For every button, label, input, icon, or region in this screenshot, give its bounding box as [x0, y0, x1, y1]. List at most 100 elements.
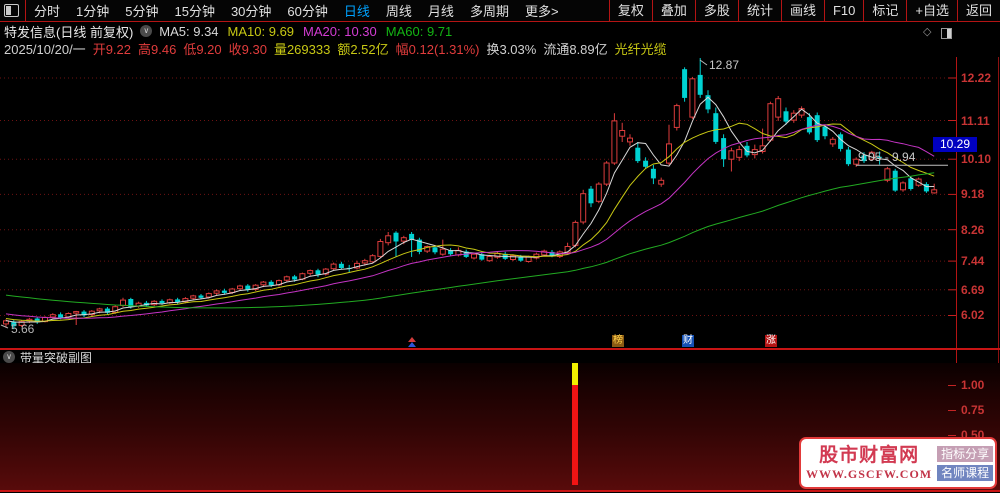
candle-down — [814, 115, 820, 141]
window-split-icon[interactable] — [941, 28, 952, 39]
candle-down — [783, 111, 789, 122]
toolbar-button[interactable]: 统计 — [737, 0, 781, 21]
candle-up — [736, 149, 743, 158]
candle-down — [845, 149, 851, 165]
candle-up — [96, 308, 103, 312]
quote-row: 2025/10/20/一 开9.22 高9.46 低9.20 收9.30 量269333 额… — [4, 40, 667, 57]
chevron-down-icon[interactable]: ∨ — [3, 351, 15, 363]
candle-up — [673, 105, 680, 128]
candle-down — [892, 170, 898, 191]
quote-segment: 2025/10/20/一 — [4, 41, 86, 57]
toolbar-button[interactable]: 复权 — [608, 0, 652, 21]
candle-down — [682, 69, 688, 98]
low-pointer-line — [0, 324, 9, 329]
toolbar-actions: 复权 叠加 多股 统计 画线 F10 标记 +自选 返回 — [608, 0, 1000, 22]
ma20-line — [5, 124, 935, 319]
signal-bar-yellow — [572, 363, 579, 385]
bottom-badge: 榜 — [612, 335, 624, 347]
candle-down — [221, 290, 227, 293]
toolbar-button[interactable]: 叠加 — [651, 0, 695, 21]
timeframe-item[interactable]: 分时 — [26, 1, 68, 20]
chart-canvas[interactable]: 12.87 5.66 9.05 - 9.94 — [0, 57, 1000, 348]
candle-up — [572, 221, 579, 246]
signal-bar-red — [572, 385, 579, 485]
stock-info-row: 特发信息(日线 前复权) ∨ MA5: 9.34 MA10: 9.69 MA20: … — [4, 23, 452, 40]
candle-up — [611, 120, 618, 164]
candle-up — [49, 314, 56, 318]
toolbar-button[interactable]: 返回 — [956, 0, 1000, 21]
candle-down — [588, 188, 594, 204]
candle-down — [635, 147, 641, 162]
timeframe-item[interactable]: 周线 — [378, 1, 420, 20]
candle-down — [822, 126, 828, 137]
timeframe-item[interactable]: 多周期 — [462, 1, 517, 20]
candle-up — [689, 78, 696, 118]
candle-up — [580, 193, 587, 223]
candle-up — [361, 260, 368, 264]
diamond-icon[interactable]: ◇ — [923, 27, 931, 38]
timeframe-item[interactable]: 15分钟 — [166, 1, 222, 20]
candle-up — [767, 103, 774, 141]
candle-up — [728, 150, 735, 160]
candle-up — [471, 253, 477, 259]
price-axis-label: 12.22 — [961, 71, 992, 85]
timeframe-item[interactable]: 5分钟 — [117, 1, 166, 20]
candlestick-chart[interactable]: 12.87 5.66 9.05 - 9.94 — [0, 57, 1000, 348]
watermark-badges: 指标分享 名师课程 — [937, 445, 994, 481]
toolbar-button[interactable]: 画线 — [780, 0, 824, 21]
timeframe-item[interactable]: 月线 — [420, 1, 462, 20]
candle-down — [198, 295, 204, 298]
candle-up — [73, 311, 80, 314]
bottom-border-line — [0, 490, 1000, 492]
candle-down — [713, 113, 719, 142]
candle-up — [900, 182, 906, 191]
quote-segment: 额2.52亿 — [337, 41, 389, 57]
candle-down — [650, 168, 656, 179]
bottom-badge: 涨 — [765, 335, 777, 347]
split-screen-icon[interactable] — [4, 4, 19, 17]
candle-down — [338, 263, 344, 268]
candle-down — [268, 281, 274, 286]
subchart-axis-label: 1.00 — [961, 378, 985, 392]
toolbar-button[interactable]: 多股 — [694, 0, 738, 21]
candle-down — [697, 74, 703, 95]
watermark-badge-1: 指标分享 — [937, 445, 994, 462]
trading-terminal: { "toolbar": { "timeframes": ["分时","1分钟"… — [0, 0, 1000, 493]
timeframe-item[interactable]: 1分钟 — [68, 1, 117, 20]
timeframe-menu: 分时 1分钟 5分钟 15分钟 30分钟 60分钟 日线 周线 月线 多周期 更多> — [26, 1, 567, 20]
subchart-axis-label: 0.75 — [961, 403, 985, 417]
toolbar-button[interactable]: F10 — [823, 0, 863, 21]
price-axis-label: 6.02 — [961, 308, 985, 323]
subchart-axis-tick — [948, 435, 956, 436]
timeframe-item[interactable]: 更多> — [517, 1, 567, 20]
candle-up — [260, 281, 267, 286]
candle-up — [369, 255, 376, 263]
candle-up — [627, 137, 633, 143]
candle-down — [58, 314, 64, 318]
candle-up — [205, 293, 212, 298]
chevron-down-icon[interactable]: ∨ — [140, 25, 153, 37]
timeframe-item[interactable]: 日线 — [336, 1, 378, 20]
ma-values: MA5: 9.34 MA10: 9.69 MA20: 10.30 MA60: 9.71 — [159, 24, 452, 39]
toolbar-button[interactable]: +自选 — [906, 0, 957, 21]
last-price-tag: 10.29 — [933, 137, 977, 152]
candle-up — [213, 290, 220, 294]
candle-down — [292, 276, 298, 280]
quote-segment: 低9.20 — [183, 41, 222, 57]
candle-up — [595, 183, 602, 202]
price-axis-label: 8.26 — [961, 222, 985, 237]
quote-segment: 量269333 — [273, 41, 331, 57]
candle-up — [775, 98, 782, 118]
candle-up — [307, 270, 314, 274]
quote-segment: 换3.03% — [486, 41, 537, 57]
candle-up — [283, 276, 290, 281]
candle-down — [838, 134, 844, 149]
timeframe-item[interactable]: 60分钟 — [279, 1, 335, 20]
timeframe-item[interactable]: 30分钟 — [223, 1, 279, 20]
ma-value: MA5: 9.34 — [159, 23, 219, 39]
ma-value: MA60: 9.71 — [385, 23, 453, 39]
toolbar-button[interactable]: 标记 — [863, 0, 906, 21]
arrow-up-blue-icon — [408, 342, 416, 347]
candle-down — [744, 145, 750, 156]
gap-range-annotation: 9.05 - 9.94 — [858, 150, 916, 164]
